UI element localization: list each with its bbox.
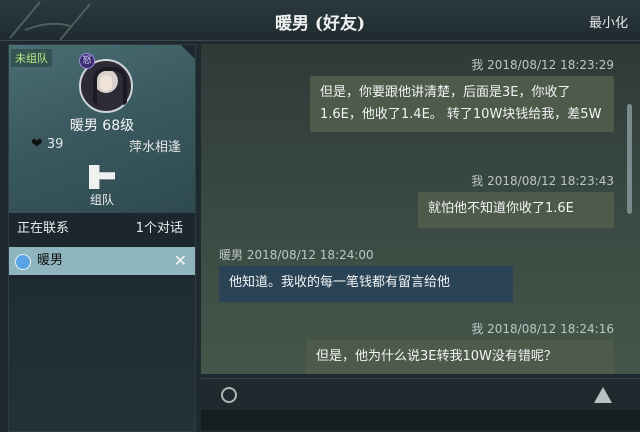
title-bar: 暖男 (好友) 最小化 (0, 0, 640, 41)
team-icon (89, 165, 115, 189)
window-title: 暖男 (好友) (274, 14, 365, 34)
team-status-tag: 未组队 (11, 49, 52, 67)
message-meta: 我 2018/08/12 18:23:29 (471, 58, 614, 72)
chat-scrollbar[interactable] (627, 104, 632, 214)
profile-stats: ❤ 39 萍水相逢 (31, 136, 181, 155)
relationship-label: 萍水相逢 (128, 140, 181, 155)
message-bubble: 就怕他不知道你收了1.6E (418, 192, 614, 228)
chat-bubble-icon (15, 254, 31, 270)
warning-icon[interactable] (594, 387, 612, 403)
team-up-label: 组队 (89, 193, 114, 207)
contact-header-right: 1个对话 (135, 221, 183, 236)
chat-area: 我 2018/08/12 18:23:29 但是，你要跟他讲清楚，后面是3E，你… (201, 44, 640, 374)
message-meta: 我 2018/08/12 18:24:16 (471, 322, 614, 336)
contact-header: 正在联系 1个对话 (9, 217, 195, 241)
message-input-bar[interactable] (201, 378, 640, 411)
class-badge-icon: 怒 (79, 53, 95, 69)
profile-name-level: 暖男 68级 (69, 118, 135, 134)
profile-card: 未组队 怒 暖男 68级 ❤ 39 萍水相逢 组队 (9, 45, 195, 213)
contact-list-empty (9, 279, 195, 431)
message-bubble: 但是，你要跟他讲清楚，后面是3E，你收了1.6E，他收了1.4E。 转了10W块… (310, 76, 614, 132)
contact-item[interactable]: 暖男 ✕ (9, 247, 195, 275)
close-icon[interactable]: ✕ (174, 247, 187, 275)
contact-header-left: 正在联系 (17, 221, 70, 236)
bottom-strip (201, 410, 640, 430)
emoji-icon[interactable] (221, 387, 237, 403)
contact-name: 暖男 (37, 253, 64, 268)
heart-count: 39 (46, 137, 64, 152)
team-up-button[interactable]: 组队 (81, 165, 123, 209)
left-panel: 未组队 怒 暖男 68级 ❤ 39 萍水相逢 组队 正在联系 1个对话 暖男 ✕ (8, 44, 196, 432)
message-bubble: 他知道。我收的每一笔钱都有留言给他 (219, 266, 513, 302)
message-meta: 暖男 2018/08/12 18:24:00 (219, 248, 374, 262)
message-bubble: 但是，他为什么说3E转我10W没有错呢？ (306, 340, 614, 374)
minimize-button[interactable]: 最小化 (589, 12, 628, 31)
message-meta: 我 2018/08/12 18:23:43 (471, 174, 614, 188)
heart-icon: ❤ (31, 136, 43, 152)
